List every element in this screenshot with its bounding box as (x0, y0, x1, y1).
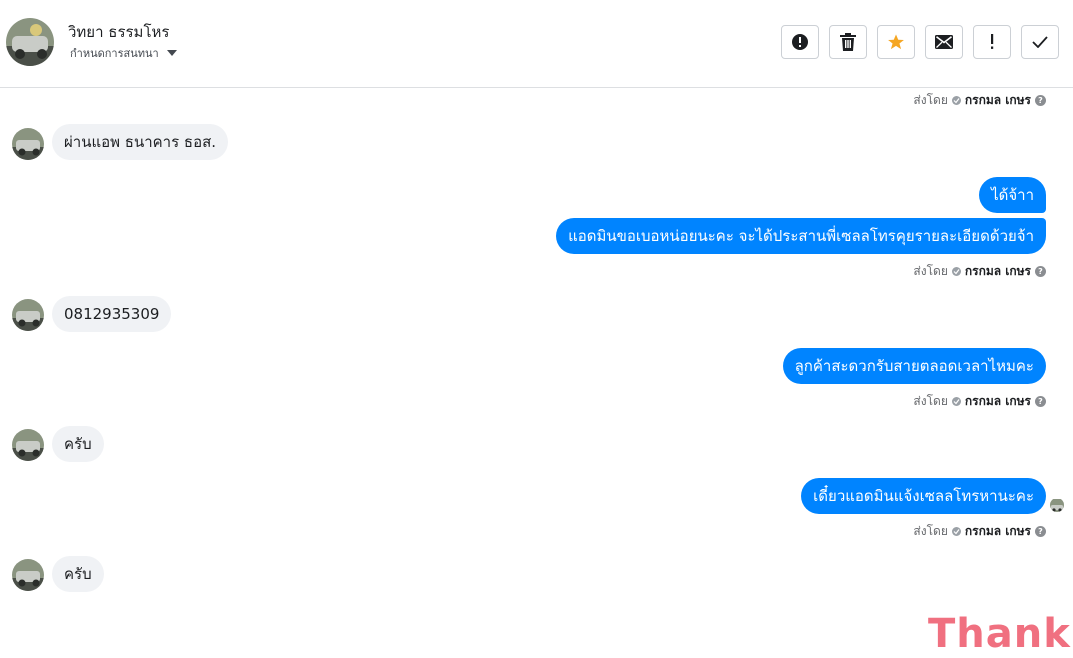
contact-avatar-small[interactable] (12, 128, 44, 160)
important-button[interactable] (973, 25, 1011, 59)
conversation-header: วิทยา ธรรมโหร กำหนดการสนทนา (0, 0, 1073, 88)
outgoing-message: เดี๋ยวแอดมินแจ้งเซลลโทรหานะคะ (801, 478, 1046, 514)
contact-avatar-small[interactable] (12, 559, 44, 591)
sent-by-label: ส่งโดย กรกมล เกษร ? (913, 262, 1046, 281)
sent-by-prefix: ส่งโดย (913, 264, 948, 278)
contact-avatar-small[interactable] (12, 429, 44, 461)
check-icon (1032, 36, 1048, 48)
caret-down-icon (166, 50, 177, 56)
envelope-icon (935, 35, 953, 49)
incoming-message: ผ่านแอพ ธนาคาร ธอส. (52, 124, 228, 160)
verified-icon (951, 527, 961, 536)
verified-icon (951, 267, 961, 276)
verified-icon (951, 397, 961, 406)
contact-avatar[interactable] (6, 18, 54, 66)
sent-by-prefix: ส่งโดย (913, 524, 948, 538)
help-icon[interactable]: ? (1035, 526, 1046, 537)
star-button[interactable] (877, 25, 915, 59)
thank-you-sticker: Thank (928, 611, 1071, 657)
star-icon (888, 34, 904, 50)
contact-avatar-small[interactable] (12, 299, 44, 331)
outgoing-message: แอดมินขอเบอหน่อยนะคะ จะได้ประสานพี่เซลลโ… (556, 218, 1046, 254)
conversation-schedule-menu[interactable]: กำหนดการสนทนา (70, 44, 177, 62)
outgoing-message: ลูกค้าสะดวกรับสายตลอดเวลาไหมคะ (782, 348, 1046, 384)
sent-by-label: ส่งโดย กรกมล เกษร ? (913, 522, 1046, 541)
contact-name: วิทยา ธรรมโหร (68, 23, 170, 41)
sent-by-prefix: ส่งโดย (913, 93, 948, 107)
help-icon[interactable]: ? (1035, 266, 1046, 277)
report-button[interactable] (781, 25, 819, 59)
sent-by-prefix: ส่งโดย (913, 394, 948, 408)
mark-done-button[interactable] (1021, 25, 1059, 59)
conversation-schedule-label: กำหนดการสนทนา (70, 47, 159, 60)
outgoing-message: ได้จ้าา (979, 177, 1046, 213)
sent-by-agent: กรกมล เกษร (964, 264, 1031, 278)
trash-icon (840, 33, 856, 51)
sent-by-label: ส่งโดย กรกมล เกษร ? (913, 91, 1046, 110)
help-icon[interactable]: ? (1035, 396, 1046, 407)
delete-button[interactable] (829, 25, 867, 59)
alert-circle-icon (792, 34, 808, 50)
verified-icon (951, 96, 961, 105)
seen-avatar (1050, 498, 1064, 512)
incoming-message: ครับ (52, 426, 104, 462)
incoming-message: ครับ (52, 556, 104, 592)
mark-unread-button[interactable] (925, 25, 963, 59)
exclamation-icon (991, 34, 994, 49)
sent-by-agent: กรกมล เกษร (964, 394, 1031, 408)
sent-by-agent: กรกมล เกษร (964, 93, 1031, 107)
help-icon[interactable]: ? (1035, 95, 1046, 106)
sent-by-label: ส่งโดย กรกมล เกษร ? (913, 392, 1046, 411)
sent-by-agent: กรกมล เกษร (964, 524, 1031, 538)
incoming-message: 0812935309 (52, 296, 172, 332)
